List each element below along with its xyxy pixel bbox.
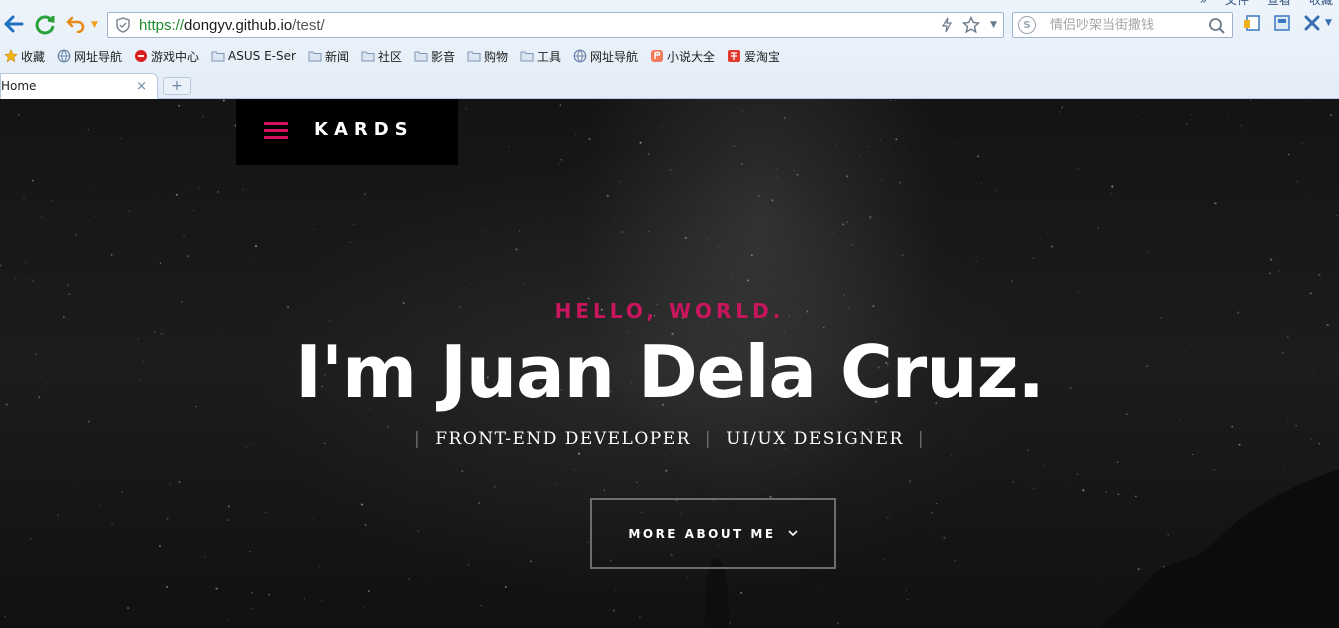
bookmark-label: 网址导航 bbox=[590, 49, 639, 64]
star-bookmark-icon[interactable] bbox=[962, 16, 981, 34]
bookmark-label: 游戏中心 bbox=[151, 49, 200, 64]
search-input[interactable] bbox=[1050, 17, 1210, 33]
logo-header: KARDS bbox=[236, 99, 458, 165]
search-engine-icon[interactable]: S bbox=[1018, 16, 1036, 34]
url-text[interactable]: https://dongyv.github.io/test/ bbox=[139, 17, 325, 34]
address-bar[interactable]: https://dongyv.github.io/test/ ▼ bbox=[107, 12, 1004, 38]
game-icon bbox=[134, 49, 148, 63]
refresh-button[interactable] bbox=[33, 12, 57, 36]
bookmarks-bar: 收藏 网址导航 游戏中心 ASUS E-Ser 新闻 社区 影音 购物 工具 网… bbox=[0, 46, 792, 66]
folder-icon bbox=[308, 49, 322, 63]
bookmark-media[interactable]: 影音 bbox=[414, 48, 455, 65]
bookmark-label: 爱淘宝 bbox=[744, 49, 781, 64]
folder-icon bbox=[414, 49, 428, 63]
menu-view[interactable]: 查看 bbox=[1267, 0, 1291, 6]
book-icon bbox=[650, 49, 664, 63]
undo-dropdown-icon[interactable]: ▼ bbox=[91, 20, 98, 30]
globe-icon bbox=[573, 49, 587, 63]
address-dropdown-icon[interactable]: ▼ bbox=[990, 20, 997, 30]
bookmark-label: 社区 bbox=[377, 49, 402, 64]
undo-icon bbox=[66, 16, 85, 33]
sidebar-icon[interactable] bbox=[1243, 14, 1261, 32]
hero-headline: I'm Juan Dela Cruz. bbox=[295, 330, 1045, 414]
lightning-icon[interactable] bbox=[942, 17, 953, 33]
bookmark-label: 工具 bbox=[537, 49, 562, 64]
hero-roles: | FRONT-END DEVELOPER | UI/UX DESIGNER | bbox=[0, 429, 1339, 449]
bookmark-novels[interactable]: 小说大全 bbox=[650, 48, 715, 65]
site-logo[interactable]: KARDS bbox=[314, 119, 414, 140]
bookmark-shopping[interactable]: 购物 bbox=[467, 48, 508, 65]
undo-button[interactable] bbox=[64, 12, 88, 36]
taobao-icon bbox=[727, 49, 741, 63]
search-bar[interactable]: S bbox=[1012, 12, 1233, 38]
folder-icon bbox=[520, 49, 534, 63]
cta-label: MORE ABOUT ME bbox=[628, 526, 776, 541]
right-toolbar: ▼ bbox=[1243, 14, 1332, 32]
bookmark-asus[interactable]: ASUS E-Ser bbox=[211, 49, 296, 63]
bookmark-label: 新闻 bbox=[324, 49, 349, 64]
menu-strip: » 文件 查看 收藏 bbox=[1200, 0, 1333, 6]
bookmark-label: 网址导航 bbox=[74, 49, 123, 64]
search-icon[interactable] bbox=[1208, 17, 1226, 35]
folder-icon bbox=[211, 49, 225, 63]
menu-favorites[interactable]: 收藏 bbox=[1309, 0, 1333, 6]
bookmark-nav-1[interactable]: 网址导航 bbox=[57, 48, 122, 65]
bookmark-label: 收藏 bbox=[21, 49, 46, 64]
bookmark-nav-2[interactable]: 网址导航 bbox=[573, 48, 638, 65]
page-viewport: KARDS HELLO, WORLD. I'm Juan Dela Cruz. … bbox=[0, 99, 1339, 628]
tab-title: Home bbox=[1, 79, 37, 93]
bookmark-label: 小说大全 bbox=[667, 49, 716, 64]
more-about-me-button[interactable]: MORE ABOUT ME bbox=[590, 498, 836, 569]
bookmark-games[interactable]: 游戏中心 bbox=[134, 48, 199, 65]
close-tab-icon[interactable]: × bbox=[136, 79, 147, 94]
star-icon bbox=[4, 49, 18, 63]
role-item: UI/UX DESIGNER bbox=[726, 429, 904, 449]
back-button[interactable] bbox=[2, 12, 26, 36]
back-arrow-icon bbox=[4, 15, 24, 33]
bookmark-label: ASUS E-Ser bbox=[228, 49, 296, 63]
security-shield-icon bbox=[115, 17, 131, 33]
role-separator: | bbox=[704, 429, 713, 449]
url-path: /test/ bbox=[292, 16, 325, 34]
bookmark-favorites[interactable]: 收藏 bbox=[4, 48, 45, 65]
tab-strip: Home × + bbox=[0, 73, 1339, 99]
bookmark-label: 影音 bbox=[430, 49, 455, 64]
role-item: FRONT-END DEVELOPER bbox=[435, 429, 691, 449]
browser-chrome: » 文件 查看 收藏 ▼ https://dongyv.github.io/te… bbox=[0, 0, 1339, 99]
url-host: dongyv.github.io bbox=[184, 16, 293, 34]
new-tab-button[interactable]: + bbox=[163, 77, 191, 95]
chevron-down-icon bbox=[787, 530, 798, 537]
role-separator: | bbox=[917, 429, 926, 449]
bookmark-taobao[interactable]: 爱淘宝 bbox=[727, 48, 780, 65]
hamburger-menu-icon[interactable] bbox=[264, 122, 288, 140]
menu-overflow[interactable]: » bbox=[1200, 0, 1207, 6]
navigation-row: ▼ https://dongyv.github.io/test/ ▼ S ▼ bbox=[0, 10, 1339, 40]
folder-icon bbox=[467, 49, 481, 63]
hero-greeting: HELLO, WORLD. bbox=[554, 299, 785, 323]
screenshot-icon[interactable] bbox=[1273, 14, 1291, 32]
menu-file[interactable]: 文件 bbox=[1225, 0, 1249, 6]
tools-dropdown-icon[interactable]: ▼ bbox=[1325, 18, 1332, 28]
refresh-icon bbox=[35, 15, 55, 35]
globe-icon bbox=[57, 49, 71, 63]
bookmark-label: 购物 bbox=[483, 49, 508, 64]
tools-icon[interactable] bbox=[1303, 14, 1321, 32]
folder-icon bbox=[361, 49, 375, 63]
url-scheme: https:// bbox=[139, 16, 185, 34]
bookmark-tools[interactable]: 工具 bbox=[520, 48, 561, 65]
bookmark-news[interactable]: 新闻 bbox=[308, 48, 349, 65]
tab-home[interactable]: Home × bbox=[0, 73, 158, 99]
bookmark-community[interactable]: 社区 bbox=[361, 48, 402, 65]
role-separator: | bbox=[413, 429, 422, 449]
